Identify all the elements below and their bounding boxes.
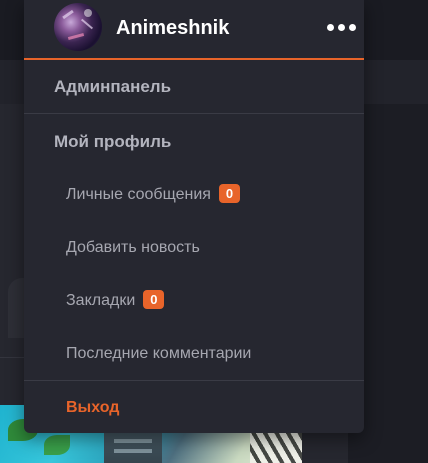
avatar-shard bbox=[84, 9, 92, 17]
private-messages-label: Личные сообщения bbox=[66, 186, 211, 203]
avatar[interactable] bbox=[54, 3, 102, 51]
add-news-link[interactable]: Добавить новость bbox=[66, 237, 200, 259]
avatar-shard bbox=[67, 32, 85, 41]
avatar-shard bbox=[80, 18, 94, 30]
bookmarks-link[interactable]: Закладки 0 bbox=[66, 290, 165, 312]
user-dropdown-menu: Animeshnik Админпанель Мой профиль Личны… bbox=[24, 0, 364, 433]
leaf-shape bbox=[44, 435, 70, 455]
logout-link[interactable]: Выход bbox=[66, 397, 119, 419]
admin-panel-link[interactable]: Админпанель bbox=[54, 76, 171, 98]
recent-comments-link[interactable]: Последние комментарии bbox=[66, 343, 251, 365]
bookmarks-label: Закладки bbox=[66, 292, 136, 309]
bookmarks-count-badge: 0 bbox=[143, 290, 165, 309]
messages-count-badge: 0 bbox=[218, 184, 241, 203]
username[interactable]: Animeshnik bbox=[116, 16, 229, 40]
menu-divider bbox=[24, 380, 364, 381]
private-messages-link[interactable]: Личные сообщения 0 bbox=[66, 184, 241, 206]
dot bbox=[327, 24, 334, 31]
my-profile-link[interactable]: Мой профиль bbox=[54, 131, 171, 153]
avatar-shard bbox=[62, 9, 74, 20]
dropdown-header: Animeshnik bbox=[24, 0, 364, 60]
menu-divider bbox=[24, 113, 364, 114]
more-options-icon[interactable] bbox=[324, 20, 358, 36]
dot bbox=[338, 24, 345, 31]
dot bbox=[349, 24, 356, 31]
